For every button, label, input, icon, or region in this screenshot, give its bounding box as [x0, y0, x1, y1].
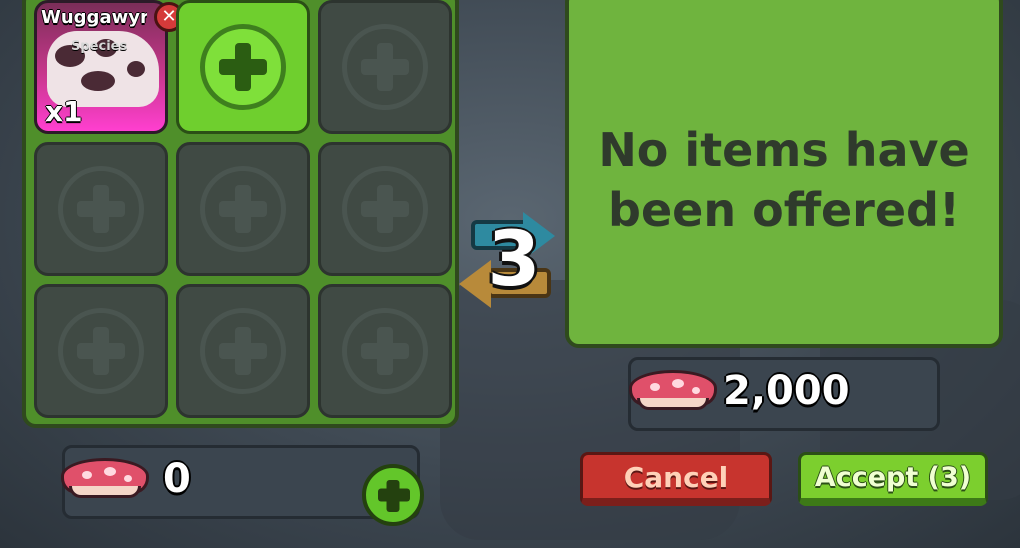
plus-icon	[342, 166, 428, 252]
plus-icon	[58, 308, 144, 394]
plus-icon	[342, 308, 428, 394]
empty-slot	[318, 284, 452, 418]
plus-icon	[58, 166, 144, 252]
partner-currency-amount: 2,000	[723, 368, 850, 414]
offer-currency-amount: 0	[163, 456, 191, 502]
item-type: Species	[71, 39, 128, 54]
item-quantity: x1	[45, 95, 83, 128]
plus-icon	[200, 308, 286, 394]
empty-slot	[318, 142, 452, 276]
accept-button[interactable]: Accept (3)	[798, 452, 988, 506]
exchange-indicator: 3	[459, 212, 563, 308]
plus-icon	[200, 24, 286, 110]
empty-slot	[176, 284, 310, 418]
empty-slot	[318, 0, 452, 134]
plus-icon	[342, 24, 428, 110]
item-name: Wuggawyrm	[41, 7, 147, 28]
exchange-count: 3	[487, 214, 541, 303]
empty-slot	[176, 142, 310, 276]
plus-icon	[200, 166, 286, 252]
empty-slot	[34, 142, 168, 276]
empty-slot	[34, 284, 168, 418]
partner-offer-panel: No items have been offered!	[565, 0, 1003, 348]
empty-offer-message: No items have been offered!	[598, 123, 970, 237]
offer-panel: Wuggawyrm Species x1 ✕	[22, 0, 459, 428]
partner-currency-bar: 2,000	[628, 357, 940, 431]
add-currency-button[interactable]	[362, 464, 424, 526]
offer-slot-item[interactable]: Wuggawyrm Species x1 ✕	[34, 0, 184, 134]
add-item-slot[interactable]	[176, 0, 310, 134]
cancel-button[interactable]: Cancel	[580, 452, 772, 506]
